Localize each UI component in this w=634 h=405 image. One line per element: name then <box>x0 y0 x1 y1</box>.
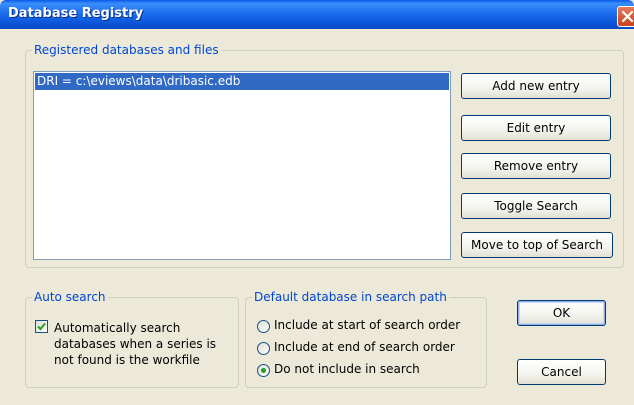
auto-search-label: Automatically search databases when a se… <box>54 320 234 368</box>
list-item[interactable]: DRI = c:\eviews\data\dribasic.edb <box>35 73 449 90</box>
title-bar[interactable]: Database Registry <box>0 0 634 29</box>
auto-search-line: databases when a series is <box>54 337 217 351</box>
window-title: Database Registry <box>8 6 144 21</box>
auto-search-line: not found is the workfile <box>54 353 200 367</box>
remove-entry-button[interactable]: Remove entry <box>461 153 611 179</box>
auto-search-checkbox[interactable] <box>35 320 48 333</box>
close-button[interactable] <box>617 6 634 27</box>
move-to-top-button[interactable]: Move to top of Search <box>461 232 613 258</box>
radio-do-not-include[interactable] <box>257 364 270 377</box>
auto-search-line: Automatically search <box>54 321 181 335</box>
radio-include-end[interactable] <box>257 342 270 355</box>
default-database-legend: Default database in search path <box>254 290 447 304</box>
radio-do-not-include-label[interactable]: Do not include in search <box>274 362 420 376</box>
add-entry-button[interactable]: Add new entry <box>461 73 611 99</box>
toggle-search-button[interactable]: Toggle Search <box>461 193 611 219</box>
auto-search-legend: Auto search <box>34 290 106 304</box>
checkmark-icon <box>37 322 46 331</box>
database-list[interactable]: DRI = c:\eviews\data\dribasic.edb <box>33 71 451 260</box>
registered-databases-legend: Registered databases and files <box>34 43 219 57</box>
radio-include-start-label[interactable]: Include at start of search order <box>274 318 460 332</box>
ok-button[interactable]: OK <box>517 300 606 326</box>
radio-include-start[interactable] <box>257 320 270 333</box>
edit-entry-button[interactable]: Edit entry <box>461 115 611 141</box>
dialog-window: Database Registry Registered databases a… <box>0 0 634 405</box>
radio-include-end-label[interactable]: Include at end of search order <box>274 340 455 354</box>
radio-selected-dot <box>261 368 266 373</box>
cancel-button[interactable]: Cancel <box>517 359 606 385</box>
